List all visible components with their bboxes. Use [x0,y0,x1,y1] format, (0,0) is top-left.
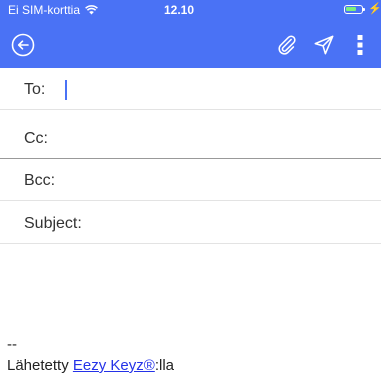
charging-icon: ⚡ [368,3,381,15]
attach-button[interactable] [274,32,300,58]
back-button[interactable] [10,32,36,58]
bcc-field[interactable]: Bcc: [0,160,381,201]
status-time: 12.10 [164,3,195,17]
app-header: Ei SIM-korttia 12.10 ⚡ [0,0,381,68]
paperclip-icon [278,35,296,55]
more-vert-icon [357,35,363,55]
signature-separator: -- [7,336,17,353]
signature-suffix: :lla [154,357,174,374]
toolbar [0,20,381,68]
subject-label: Subject: [24,215,82,232]
status-bar: Ei SIM-korttia 12.10 ⚡ [0,0,381,20]
subject-field[interactable]: Subject: [0,203,381,244]
to-field[interactable]: To: [0,69,381,110]
battery-icon [344,5,365,14]
back-circle-icon [11,33,35,57]
to-label: To: [24,81,46,98]
wifi-icon [85,5,98,15]
signature-prefix: Lähetetty [7,357,73,374]
battery-cap [363,8,365,11]
menu-button[interactable] [347,32,373,58]
signature-line: Lähetetty Eezy Keyz®:lla [7,357,174,374]
carrier-label: Ei SIM-korttia [8,3,81,17]
cc-field[interactable]: Cc: [0,118,381,159]
cc-label: Cc: [24,130,48,147]
signature-link[interactable]: Eezy Keyz® [73,357,155,374]
text-cursor [65,80,67,100]
send-icon [314,35,334,55]
bcc-label: Bcc: [24,172,56,189]
send-button[interactable] [311,32,337,58]
battery-level [346,7,356,11]
carrier-info: Ei SIM-korttia [8,3,98,17]
